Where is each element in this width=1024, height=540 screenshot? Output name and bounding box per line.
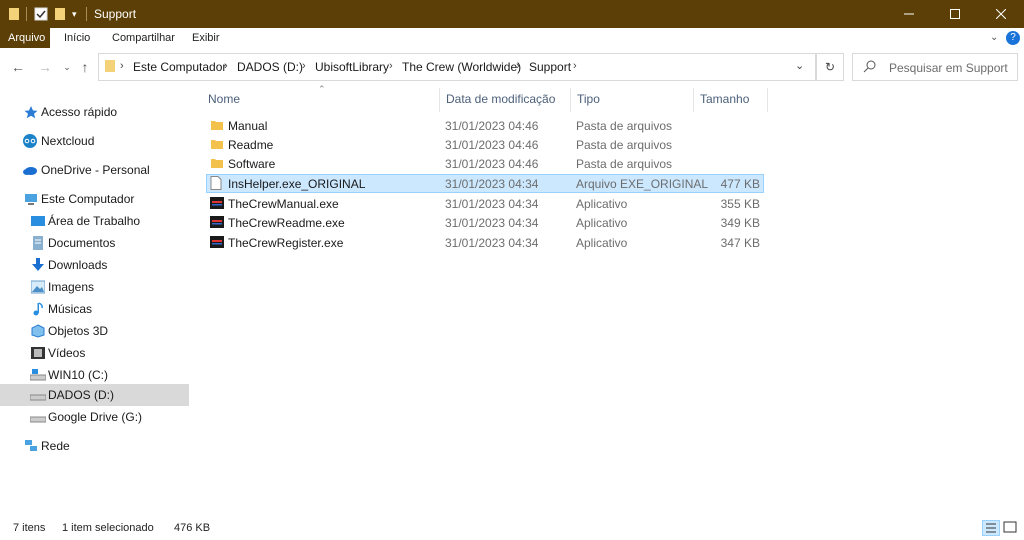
sidebar-item-downloads[interactable]: Downloads bbox=[0, 254, 189, 276]
search-placeholder: Pesquisar em Support bbox=[889, 61, 1008, 75]
app-icon bbox=[210, 196, 224, 210]
address-row: ← → ⌄ ↑ › Este Computador › DADOS (D:) ›… bbox=[0, 48, 1024, 86]
app-icon bbox=[210, 235, 224, 249]
title-bar: ▾ Support bbox=[0, 0, 1024, 28]
forward-icon[interactable]: → bbox=[36, 59, 54, 75]
help-icon[interactable]: ? bbox=[1006, 31, 1020, 45]
breadcrumb-the-crew[interactable]: The Crew (Worldwide) bbox=[402, 60, 521, 74]
search-icon bbox=[863, 59, 877, 76]
sidebar-item-objetos-3d[interactable]: Objetos 3D bbox=[0, 320, 189, 342]
up-icon[interactable]: ↑ bbox=[76, 59, 94, 75]
item-count: 7 itens bbox=[13, 522, 46, 534]
customize-toolbar-icon[interactable]: ▾ bbox=[72, 6, 77, 22]
list-item[interactable]: Manual 31/01/2023 04:46 Pasta de arquivo… bbox=[206, 116, 764, 135]
column-header-name[interactable]: Nome bbox=[202, 88, 440, 112]
sidebar-item-win10[interactable]: WIN10 (C:) bbox=[0, 364, 189, 386]
expand-ribbon-icon[interactable]: ⌄ bbox=[990, 32, 998, 43]
folder-icon bbox=[210, 156, 224, 170]
list-item[interactable]: Readme 31/01/2023 04:46 Pasta de arquivo… bbox=[206, 135, 764, 154]
chevron-right-icon[interactable]: › bbox=[516, 60, 520, 72]
large-icons-view-icon[interactable] bbox=[1002, 520, 1020, 536]
chevron-right-icon[interactable]: › bbox=[573, 60, 577, 72]
folder-icon[interactable] bbox=[8, 6, 20, 22]
sidebar-item-onedrive[interactable]: OneDrive - Personal bbox=[0, 159, 189, 181]
pictures-icon bbox=[30, 280, 46, 294]
chevron-right-icon[interactable]: › bbox=[224, 60, 228, 72]
drive-icon bbox=[29, 368, 47, 382]
column-header-size[interactable]: Tamanho bbox=[694, 88, 768, 112]
folder-icon bbox=[104, 59, 116, 76]
list-item[interactable]: Software 31/01/2023 04:46 Pasta de arqui… bbox=[206, 154, 764, 173]
search-input[interactable]: Pesquisar em Support bbox=[852, 53, 1018, 81]
refresh-icon: ↻ bbox=[824, 60, 836, 74]
breadcrumb-support[interactable]: Support bbox=[529, 60, 571, 74]
breadcrumb-dados[interactable]: DADOS (D:) bbox=[237, 60, 303, 74]
ribbon: Arquivo Início Compartilhar Exibir ⌄ ? bbox=[0, 28, 1024, 48]
drive-icon bbox=[29, 410, 47, 424]
details-view-icon[interactable] bbox=[982, 520, 1000, 536]
list-item[interactable]: TheCrewManual.exe 31/01/2023 04:34 Aplic… bbox=[206, 194, 764, 213]
window-title: Support bbox=[94, 7, 137, 21]
address-bar[interactable]: › Este Computador › DADOS (D:) › Ubisoft… bbox=[98, 53, 816, 81]
app-icon bbox=[210, 215, 224, 229]
minimize-icon[interactable] bbox=[886, 0, 932, 28]
videos-icon bbox=[31, 346, 45, 360]
chevron-down-icon[interactable]: ⌄ bbox=[795, 59, 804, 72]
list-item[interactable]: TheCrewRegister.exe 31/01/2023 04:34 Apl… bbox=[206, 233, 764, 252]
chevron-right-icon[interactable]: › bbox=[302, 60, 306, 72]
star-icon bbox=[24, 105, 38, 119]
chevron-right-icon[interactable]: › bbox=[389, 60, 393, 72]
back-icon[interactable]: ← bbox=[9, 59, 27, 75]
recent-locations-icon[interactable]: ⌄ bbox=[58, 59, 76, 75]
column-header-date[interactable]: Data de modificação bbox=[440, 88, 571, 112]
breadcrumb-este-computador[interactable]: Este Computador bbox=[133, 60, 226, 74]
3d-objects-icon bbox=[31, 324, 45, 338]
breadcrumb-ubisoftlibrary[interactable]: UbisoftLibrary bbox=[315, 60, 389, 74]
sidebar-item-este-computador[interactable]: Este Computador bbox=[0, 188, 189, 210]
sidebar-item-dados[interactable]: DADOS (D:) bbox=[0, 384, 189, 406]
column-header-type[interactable]: Tipo bbox=[571, 88, 694, 112]
sidebar-item-area-de-trabalho[interactable]: Área de Trabalho bbox=[0, 210, 189, 232]
folder-icon bbox=[210, 118, 224, 132]
new-folder-icon[interactable] bbox=[54, 6, 66, 22]
cloud-icon bbox=[22, 163, 37, 177]
folder-icon bbox=[210, 137, 224, 151]
chevron-right-icon[interactable]: › bbox=[120, 60, 124, 72]
file-icon bbox=[210, 176, 224, 190]
computer-icon bbox=[24, 192, 38, 206]
tab-exibir[interactable]: Exibir bbox=[184, 28, 228, 48]
sidebar-item-imagens[interactable]: Imagens bbox=[0, 276, 189, 298]
status-bar: 7 itens 1 item selecionado 476 KB bbox=[0, 516, 1024, 540]
selection-count: 1 item selecionado bbox=[62, 522, 154, 534]
sidebar-item-documentos[interactable]: Documentos bbox=[0, 232, 189, 254]
download-icon bbox=[31, 258, 45, 272]
close-icon[interactable] bbox=[978, 0, 1024, 28]
properties-icon[interactable] bbox=[34, 6, 48, 22]
selection-size: 476 KB bbox=[174, 522, 211, 534]
tab-inicio[interactable]: Início bbox=[56, 28, 98, 48]
music-icon bbox=[31, 302, 45, 316]
drive-icon bbox=[29, 388, 47, 402]
list-item-selected[interactable]: InsHelper.exe_ORIGINAL 31/01/2023 04:34 … bbox=[206, 174, 764, 193]
sidebar-item-rede[interactable]: Rede bbox=[0, 435, 189, 457]
sidebar-item-acesso-rapido[interactable]: Acesso rápido bbox=[0, 101, 189, 123]
documents-icon bbox=[31, 236, 45, 250]
sidebar-item-videos[interactable]: Vídeos bbox=[0, 342, 189, 364]
tab-compartilhar[interactable]: Compartilhar bbox=[104, 28, 183, 48]
sidebar-item-nextcloud[interactable]: Nextcloud bbox=[0, 130, 189, 152]
list-item[interactable]: TheCrewReadme.exe 31/01/2023 04:34 Aplic… bbox=[206, 213, 764, 232]
sidebar-item-musicas[interactable]: Músicas bbox=[0, 298, 189, 320]
nextcloud-icon bbox=[22, 134, 37, 148]
refresh-button[interactable]: ↻ bbox=[816, 53, 844, 81]
navigation-pane: Acesso rápido Nextcloud OneDrive - Perso… bbox=[0, 86, 189, 516]
maximize-icon[interactable] bbox=[932, 0, 978, 28]
tab-arquivo[interactable]: Arquivo bbox=[0, 28, 50, 48]
sidebar-item-google-drive[interactable]: Google Drive (G:) bbox=[0, 406, 189, 428]
file-list: ⌃ Nome Data de modificação Tipo Tamanho … bbox=[190, 84, 1024, 516]
desktop-icon bbox=[31, 214, 45, 228]
network-icon bbox=[24, 439, 38, 453]
